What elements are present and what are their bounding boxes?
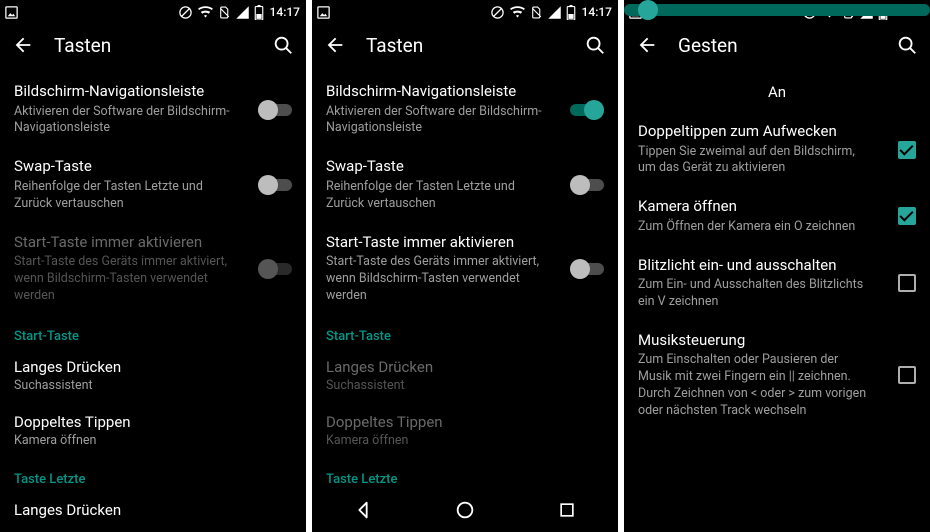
wifi-icon [197, 5, 214, 20]
setting-title: Langes Drücken [326, 358, 604, 376]
setting-title: Doppeltes Tippen [326, 413, 604, 431]
app-bar: Tasten [0, 22, 306, 68]
nav-recent-button[interactable] [556, 499, 578, 521]
page-title: Tasten [366, 34, 584, 57]
checkbox-blitz[interactable] [898, 274, 916, 292]
nav-home-button[interactable] [454, 499, 476, 521]
setting-subtitle: Kamera öffnen [326, 433, 604, 448]
toggle-swap[interactable] [570, 175, 604, 195]
setting-subtitle: Suchassistent [14, 378, 292, 393]
checkbox-doppeltippen[interactable] [898, 141, 916, 159]
status-time: 14:17 [582, 5, 612, 19]
setting-title: Start-Taste immer aktivieren [326, 233, 604, 253]
picture-icon [316, 5, 331, 20]
setting-title: Swap-Taste [326, 157, 604, 177]
setting-subtitle: Zum Einschalten oder Pausieren der Musik… [638, 352, 916, 420]
toggle-startimmer[interactable] [570, 259, 604, 279]
app-bar: Gesten [624, 22, 930, 68]
settings-list: Bildschirm-Navigationsleiste Aktivieren … [312, 68, 618, 532]
screen-gesten: 14:17 Gesten An Doppeltippen zum Aufweck… [624, 0, 930, 532]
setting-subtitle: Reihenfolge der Tasten Letzte und Zurück… [326, 179, 604, 213]
status-bar: 14:17 [312, 0, 618, 22]
checkbox-musik[interactable] [898, 366, 916, 384]
setting-title: Bildschirm-Navigationsleiste [326, 82, 604, 102]
back-button[interactable] [12, 34, 34, 56]
setting-navleiste[interactable]: Bildschirm-Navigationsleiste Aktivieren … [0, 72, 306, 147]
category-cat-letzte: Taste Letzte [312, 458, 618, 491]
setting-subtitle: Zum Öffnen der Kamera ein O zeichnen [638, 219, 916, 236]
toggle-navleiste[interactable] [570, 100, 604, 120]
prohibit-icon [178, 5, 193, 20]
prohibit-icon [490, 5, 505, 20]
search-button[interactable] [584, 34, 606, 56]
page-title: Gesten [678, 34, 896, 57]
settings-list: Bildschirm-Navigationsleiste Aktivieren … [0, 68, 306, 529]
setting-startimmer: Start-Taste immer aktivieren Start-Taste… [0, 223, 306, 315]
setting-swap[interactable]: Swap-Taste Reihenfolge der Tasten Letzte… [0, 147, 306, 222]
setting-title: Musiksteuerung [638, 331, 916, 351]
back-button[interactable] [324, 34, 346, 56]
setting-subtitle: Start-Taste des Geräts immer aktiviert, … [326, 254, 604, 305]
setting-title: Langes Drücken [14, 501, 292, 519]
setting-subtitle: Reihenfolge der Tasten Letzte und Zurück… [14, 179, 292, 213]
setting-title: Doppeltes Tippen [14, 413, 292, 431]
setting-title: Blitzlicht ein- und ausschalten [638, 256, 916, 276]
setting-langes2[interactable]: Langes Drücken [0, 491, 306, 529]
setting-navleiste[interactable]: Bildschirm-Navigationsleiste Aktivieren … [312, 72, 618, 147]
status-time: 14:17 [270, 5, 300, 19]
status-bar: 14:17 [0, 0, 306, 22]
setting-title: Bildschirm-Navigationsleiste [14, 82, 292, 102]
setting-musik[interactable]: Musiksteuerung Zum Einschalten oder Paus… [624, 321, 930, 430]
setting-subtitle: Zum Ein- und Ausschalten des Blitzlichts… [638, 277, 916, 311]
setting-langes[interactable]: Langes Drücken Suchassistent [0, 348, 306, 403]
setting-subtitle: Tippen Sie zweimal auf den Bildschirm, u… [638, 144, 916, 178]
settings-list: An Doppeltippen zum Aufwecken Tippen Sie… [624, 68, 930, 430]
nosim-icon [530, 5, 543, 20]
back-button[interactable] [636, 34, 658, 56]
setting-title: Start-Taste immer aktivieren [14, 233, 292, 253]
setting-subtitle: Aktivieren der Software der Bildschirm-N… [326, 104, 604, 138]
setting-subtitle: Suchassistent [326, 378, 604, 393]
toggle-startimmer [258, 259, 292, 279]
setting-swap[interactable]: Swap-Taste Reihenfolge der Tasten Letzte… [312, 147, 618, 222]
setting-startimmer[interactable]: Start-Taste immer aktivieren Start-Taste… [312, 223, 618, 315]
setting-doppeltippen[interactable]: Doppeltippen zum Aufwecken Tippen Sie zw… [624, 112, 930, 187]
category-cat-letzte: Taste Letzte [0, 458, 306, 491]
signal-icon [235, 5, 250, 20]
setting-title: Kamera öffnen [638, 197, 916, 217]
setting-title: Swap-Taste [14, 157, 292, 177]
category-cat-start: Start-Taste [0, 315, 306, 348]
toggle-swap[interactable] [258, 175, 292, 195]
screen-tasten-on: 14:17 Tasten Bildschirm-Navigationsleist… [312, 0, 618, 532]
app-bar: Tasten [312, 22, 618, 68]
navigation-bar [312, 488, 618, 532]
battery-icon [566, 5, 576, 20]
setting-doppel: Doppeltes Tippen Kamera öffnen [312, 403, 618, 458]
checkbox-kamera[interactable] [898, 207, 916, 225]
category-cat-start: Start-Taste [312, 315, 618, 348]
wifi-icon [509, 5, 526, 20]
search-button[interactable] [896, 34, 918, 56]
setting-title: Doppeltippen zum Aufwecken [638, 122, 916, 142]
search-button[interactable] [272, 34, 294, 56]
toggle-navleiste[interactable] [258, 100, 292, 120]
setting-subtitle: Kamera öffnen [14, 433, 292, 448]
setting-doppel[interactable]: Doppeltes Tippen Kamera öffnen [0, 403, 306, 458]
screen-tasten-off: 14:17 Tasten Bildschirm-Navigationsleist… [0, 0, 306, 532]
signal-icon [547, 5, 562, 20]
nav-back-button[interactable] [352, 499, 374, 521]
picture-icon [4, 5, 19, 20]
setting-subtitle: Start-Taste des Geräts immer aktiviert, … [14, 254, 292, 305]
setting-title: Langes Drücken [14, 358, 292, 376]
setting-kamera[interactable]: Kamera öffnen Zum Öffnen der Kamera ein … [624, 187, 930, 245]
master-toggle[interactable] [882, 82, 916, 102]
page-title: Tasten [54, 34, 272, 57]
setting-langes: Langes Drücken Suchassistent [312, 348, 618, 403]
master-toggle-label: An [672, 83, 882, 101]
master-toggle-row[interactable]: An [624, 72, 930, 112]
battery-icon [254, 5, 264, 20]
setting-subtitle: Aktivieren der Software der Bildschirm-N… [14, 104, 292, 138]
nosim-icon [218, 5, 231, 20]
setting-blitz[interactable]: Blitzlicht ein- und ausschalten Zum Ein-… [624, 246, 930, 321]
